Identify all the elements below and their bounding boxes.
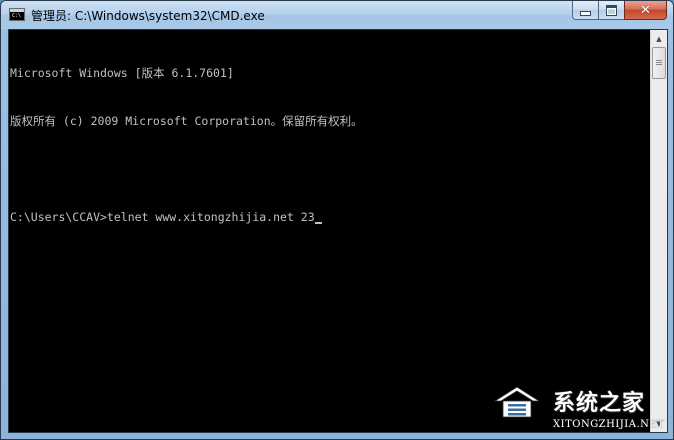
cmd-window: C:\ 管理员: C:\Windows\system32\CMD.exe ✕ M… bbox=[0, 0, 674, 440]
text-cursor bbox=[314, 222, 322, 224]
minimize-button[interactable] bbox=[572, 1, 598, 20]
minimize-icon bbox=[580, 10, 591, 16]
close-button[interactable]: ✕ bbox=[624, 1, 667, 20]
caption-buttons: ✕ bbox=[572, 1, 667, 20]
maximize-icon bbox=[606, 4, 617, 16]
console-line: 版权所有 (c) 2009 Microsoft Corporation。保留所有… bbox=[10, 114, 363, 128]
console-client-area: Microsoft Windows [版本 6.1.7601] 版权所有 (c)… bbox=[8, 29, 668, 433]
window-title: 管理员: C:\Windows\system32\CMD.exe bbox=[31, 9, 265, 23]
console-line: Microsoft Windows [版本 6.1.7601] bbox=[10, 66, 234, 80]
vertical-scrollbar[interactable]: ▲ ▼ bbox=[650, 30, 667, 432]
title-bar[interactable]: C:\ 管理员: C:\Windows\system32\CMD.exe ✕ bbox=[1, 1, 673, 29]
scroll-thumb[interactable] bbox=[652, 47, 666, 79]
maximize-button[interactable] bbox=[598, 1, 624, 20]
cmd-icon[interactable]: C:\ bbox=[9, 8, 25, 21]
close-icon: ✕ bbox=[640, 2, 651, 18]
console-output[interactable]: Microsoft Windows [版本 6.1.7601] 版权所有 (c)… bbox=[9, 30, 650, 432]
console-command-line[interactable]: C:\Users\CCAV>telnet www.xitongzhijia.ne… bbox=[10, 209, 650, 225]
house-logo-icon bbox=[493, 386, 541, 418]
scroll-up-icon[interactable]: ▲ bbox=[651, 30, 667, 47]
command-text: C:\Users\CCAV>telnet www.xitongzhijia.ne… bbox=[10, 210, 315, 224]
watermark-url: XITONGZHIJIA.NET bbox=[553, 419, 665, 430]
watermark-brand: 系统之家 bbox=[553, 391, 646, 416]
watermark: 系统之家 XITONGZHIJIA.NET bbox=[489, 383, 669, 437]
